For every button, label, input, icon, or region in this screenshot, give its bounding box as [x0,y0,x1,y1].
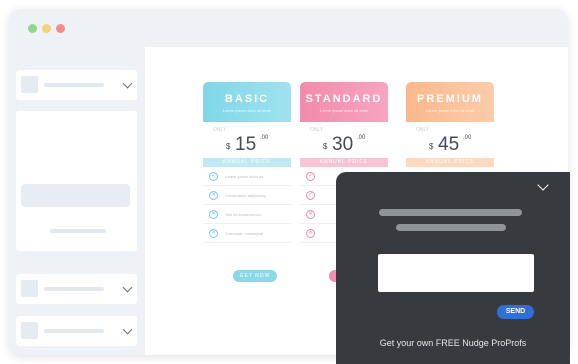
cross-icon: ✕ [209,229,218,238]
feature-row: ✓ Lorem ipsum dolor sit [203,167,291,186]
billing-band: ANNUAL PRICE [300,158,388,167]
feature-text: Consectetur adipiscing [225,193,266,198]
price-amount: 30 [332,134,354,155]
popup-input[interactable] [378,254,534,292]
plan-name: PREMIUM [417,93,483,105]
price-amount: 45 [438,134,460,155]
chevron-down-icon[interactable] [122,282,133,293]
sidebar [9,47,145,355]
close-dot[interactable] [56,24,65,33]
chevron-down-icon[interactable] [122,324,133,335]
currency-symbol: $ [323,142,328,151]
sidebar-panel-line [50,229,106,233]
plan-card-basic: BASIC Lorem ipsum dolor sit amet ONLY $ … [203,82,291,243]
sidebar-item-placeholder-line [44,329,104,333]
popup-message-line [379,209,522,216]
feature-text: Sed do eiusmod sed [225,212,262,217]
get-now-button-basic[interactable]: GET NOW [233,270,277,282]
sidebar-item-placeholder-line [44,83,104,87]
feature-text: Lorem ipsum dolor sit [225,174,264,179]
price-cents: .00 [357,135,366,141]
plan-subtitle: Lorem ipsum dolor sit amet [222,108,272,113]
title-bar [9,9,568,47]
collapse-chevron-icon[interactable] [537,179,549,191]
plan-price: ONLY $ 15 .00 [203,122,291,158]
billing-band: ANNUAL PRICE [406,158,494,167]
maximize-dot[interactable] [28,24,37,33]
price-amount: 15 [235,134,257,155]
sidebar-dropdown-1[interactable] [16,70,137,100]
plan-header: PREMIUM Lorem ipsum dolor sit amet [406,82,494,122]
price-prefix: ONLY [213,127,227,133]
check-icon: ✓ [306,172,315,181]
price-prefix: ONLY [310,127,324,133]
price-cents: .00 [463,135,472,141]
plan-subtitle: Lorem ipsum dolor sit amet [319,108,369,113]
plan-subtitle: Lorem ipsum dolor sit amet [425,108,475,113]
cross-icon: ✕ [306,229,315,238]
sidebar-dropdown-3[interactable] [16,316,137,346]
plan-price: ONLY $ 45 .00 [406,122,494,158]
plan-header: STANDARD Lorem ipsum dolor sit amet [300,82,388,122]
sidebar-panel-block [21,184,130,207]
sidebar-dropdown-2[interactable] [16,274,137,304]
plan-name: STANDARD [305,93,383,105]
popup-message-line [396,224,506,231]
nudge-popup: SEND Get your own FREE Nudge ProProfs [336,172,570,364]
feature-row: ✕ Sed do eiusmod sed [203,205,291,224]
cross-icon: ✕ [306,210,315,219]
chevron-down-icon[interactable] [122,78,133,89]
sidebar-item-thumbnail [21,322,38,339]
feature-row: ✕ Commodo consequat [203,224,291,243]
billing-band: ANNUAL PRICE [203,158,291,167]
price-prefix: ONLY [416,127,430,133]
currency-symbol: $ [226,142,231,151]
cross-icon: ✕ [209,191,218,200]
price-cents: .00 [260,135,269,141]
check-icon: ✓ [306,191,315,200]
feature-text: Commodo consequat [225,231,264,236]
currency-symbol: $ [429,142,434,151]
sidebar-panel [16,111,137,251]
popup-footer-link[interactable]: Get your own FREE Nudge ProProfs [336,338,570,348]
minimize-dot[interactable] [42,24,51,33]
cross-icon: ✕ [209,210,218,219]
plan-name: BASIC [224,93,270,105]
plan-card-premium: PREMIUM Lorem ipsum dolor sit amet ONLY … [406,82,494,167]
feature-row: ✕ Consectetur adipiscing [203,186,291,205]
sidebar-item-thumbnail [21,280,38,297]
sidebar-item-thumbnail [21,76,38,93]
send-button[interactable]: SEND [497,305,534,319]
sidebar-item-placeholder-line [44,287,104,291]
plan-price: ONLY $ 30 .00 [300,122,388,158]
plan-header: BASIC Lorem ipsum dolor sit amet [203,82,291,122]
check-icon: ✓ [209,172,218,181]
